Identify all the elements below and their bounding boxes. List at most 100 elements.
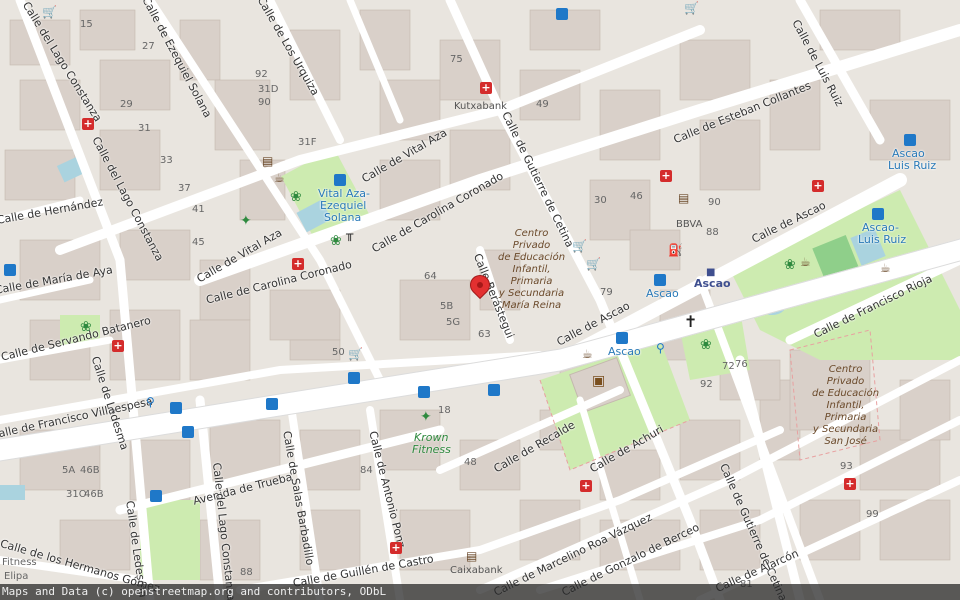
bus-stop-icon[interactable] [488, 384, 500, 396]
cafe-icon[interactable]: ☕ [582, 348, 593, 360]
house-number: 49 [536, 99, 549, 110]
bicycle-icon[interactable]: ⚲ [146, 396, 155, 408]
house-number: 5B [440, 301, 454, 312]
shop-icon[interactable]: 🛒 [586, 258, 601, 270]
area-label: Elipa [4, 571, 29, 582]
house-number: 18 [438, 405, 451, 416]
pharmacy-icon[interactable]: + [480, 82, 492, 94]
picnic-icon[interactable]: ╥ [346, 228, 353, 240]
metro-icon[interactable]: ■ [706, 268, 715, 278]
school-label[interactable]: Centro Privado de Educación Infantil, Pr… [498, 228, 565, 312]
park-label[interactable]: Luis Ruiz [858, 234, 906, 245]
fitness-icon[interactable]: ✦ [420, 410, 432, 424]
bus-stop-icon[interactable] [904, 134, 916, 146]
house-number: 46B [80, 465, 100, 476]
house-number: 88 [706, 227, 719, 238]
house-number: 48 [464, 457, 477, 468]
library-icon[interactable]: ▣ [592, 374, 605, 388]
pharmacy-icon[interactable]: + [82, 118, 94, 130]
cafe-icon[interactable]: ☕ [880, 262, 891, 274]
bus-stop-label[interactable]: Luis Ruiz [888, 160, 936, 171]
bus-stop-icon[interactable] [170, 402, 182, 414]
bicycle-icon[interactable]: ⚲ [656, 342, 665, 354]
shop-icon[interactable]: 🛒 [348, 348, 363, 360]
pharmacy-icon[interactable]: + [812, 180, 824, 192]
house-number: 64 [424, 271, 437, 282]
metro-station-label[interactable]: Ascao [694, 278, 731, 289]
bus-stop-icon[interactable] [150, 490, 162, 502]
fitness-label[interactable]: Fitness [412, 444, 451, 455]
bus-stop-icon[interactable] [418, 386, 430, 398]
bank-label[interactable]: BBVA [676, 220, 702, 230]
shop-icon[interactable]: 🛒 [684, 2, 699, 14]
house-number: 46 [630, 191, 643, 202]
bus-stop-label[interactable]: Ascao [608, 346, 641, 357]
fuel-icon[interactable]: ⛽ [668, 244, 683, 256]
bank-icon[interactable]: ▤ [262, 155, 273, 167]
park-label[interactable]: Ezequiel [320, 200, 366, 211]
pharmacy-icon[interactable]: + [112, 340, 124, 352]
bank-icon[interactable]: ▤ [678, 192, 689, 204]
house-number: 50 [332, 347, 345, 358]
bus-stop-icon[interactable] [266, 398, 278, 410]
house-number: 63 [478, 329, 491, 340]
pharmacy-icon[interactable]: + [844, 478, 856, 490]
playground-icon[interactable]: ❀ [330, 234, 342, 248]
park-label[interactable]: Solana [324, 212, 361, 223]
house-number: 5A [62, 465, 76, 476]
house-number: 45 [192, 237, 205, 248]
house-number: 46B [84, 489, 104, 500]
house-number: 31D [258, 84, 279, 95]
house-number: 92 [255, 69, 268, 80]
playground-icon[interactable]: ❀ [700, 338, 712, 352]
house-number: 29 [120, 99, 133, 110]
pharmacy-icon[interactable]: + [660, 170, 672, 182]
fitness-icon[interactable]: ✦ [240, 214, 252, 228]
house-number: 27 [142, 41, 155, 52]
pharmacy-icon[interactable]: + [292, 258, 304, 270]
church-icon[interactable]: ✝ [684, 314, 697, 330]
bus-stop-icon[interactable] [556, 8, 568, 20]
cafe-icon[interactable]: ☕ [800, 256, 811, 268]
area-label: Fitness [2, 557, 37, 568]
map-attribution[interactable]: Maps and Data (c) openstreetmap.org and … [0, 584, 960, 600]
bank-label[interactable]: Caixabank [450, 566, 503, 576]
house-number: 90 [708, 197, 721, 208]
bus-stop-icon[interactable] [182, 426, 194, 438]
house-number: 15 [80, 19, 93, 30]
shop-icon[interactable]: 🛒 [572, 240, 587, 252]
park-label[interactable]: Ascao- [862, 222, 899, 233]
fitness-label[interactable]: Krown [414, 432, 448, 443]
playground-icon[interactable]: ❀ [784, 258, 796, 272]
house-number: 92 [700, 379, 713, 390]
map-canvas[interactable]: Calle del Lago Constanza Calle del Lago … [0, 0, 960, 600]
park-label[interactable]: Vital Aza- [318, 188, 370, 199]
bus-stop-icon[interactable] [872, 208, 884, 220]
house-number: 90 [258, 97, 271, 108]
bank-icon[interactable]: ▤ [466, 550, 477, 562]
pharmacy-icon[interactable]: + [580, 480, 592, 492]
playground-icon[interactable]: ❀ [80, 320, 92, 334]
bus-stop-label[interactable]: Ascao [892, 148, 925, 159]
house-number: 75 [450, 54, 463, 65]
pharmacy-icon[interactable]: + [390, 542, 402, 554]
house-number: 37 [178, 183, 191, 194]
bus-stop-label[interactable]: Ascao [646, 288, 679, 299]
school-label[interactable]: Centro Privado de Educación Infantil, Pr… [812, 364, 879, 448]
playground-icon[interactable]: ❀ [290, 190, 302, 204]
house-number: 88 [240, 567, 253, 578]
bus-stop-icon[interactable] [616, 332, 628, 344]
shop-icon[interactable]: 🛒 [42, 6, 57, 18]
bus-stop-icon[interactable] [348, 372, 360, 384]
house-number: 76 [735, 359, 748, 370]
house-number: 5G [446, 317, 461, 328]
house-number: 31 [138, 123, 151, 134]
cafe-icon[interactable]: ☕ [274, 172, 285, 184]
bus-stop-icon[interactable] [334, 174, 346, 186]
bus-stop-icon[interactable] [654, 274, 666, 286]
house-number: 41 [192, 204, 205, 215]
house-number: 31F [298, 137, 317, 148]
bus-stop-icon[interactable] [4, 264, 16, 276]
house-number: 33 [160, 155, 173, 166]
bank-label[interactable]: Kutxabank [454, 102, 507, 112]
